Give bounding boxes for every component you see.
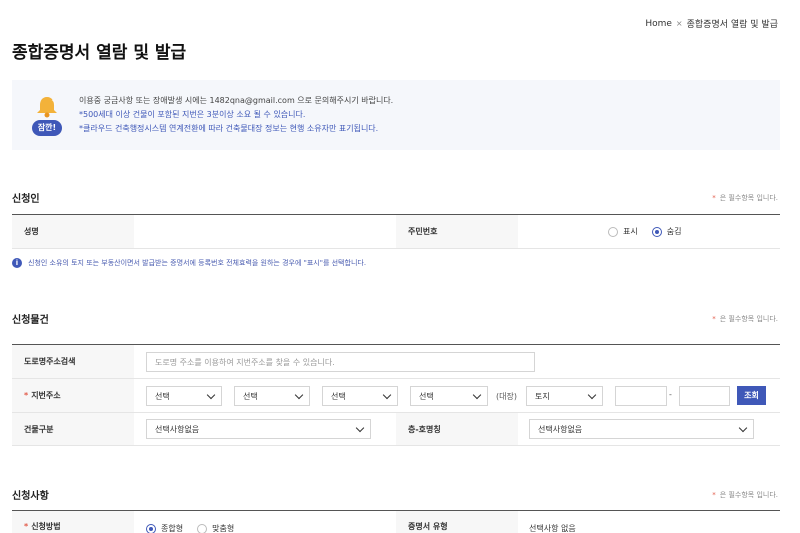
daejang-label: (대장): [496, 392, 517, 401]
breadcrumb-home[interactable]: Home: [645, 19, 672, 29]
applicant-info: i 신청인 소유의 토지 또는 부동산이면서 발급받는 증명서에 등록번호 전체…: [12, 258, 366, 268]
radio-hide[interactable]: 숨김: [651, 226, 681, 237]
bubun-input[interactable]: [679, 386, 730, 406]
chevron-down-icon: [355, 423, 365, 432]
floor-unit-select[interactable]: 선택사항없음: [529, 419, 754, 439]
building-type-select[interactable]: 선택사항없음: [146, 419, 371, 439]
required-star: *: [24, 521, 29, 531]
sigungu-select[interactable]: 선택: [234, 386, 310, 406]
breadcrumb: Home × 종합증명서 열람 및 발급: [645, 17, 778, 31]
id-label: 주민번호: [396, 215, 518, 248]
land-select[interactable]: 토지: [526, 386, 603, 406]
chevron-down-icon: [587, 390, 597, 399]
row-divider: [12, 248, 780, 249]
required-star: *: [712, 194, 716, 202]
dong-select[interactable]: 선택: [322, 386, 398, 406]
jibun-address-label: * 지번주소: [12, 379, 134, 412]
required-star: *: [712, 315, 716, 323]
row-divider: [12, 445, 780, 446]
name-label: 성명: [12, 215, 134, 248]
required-star: *: [24, 391, 29, 400]
radio-combined[interactable]: 종합형: [146, 523, 183, 533]
notice-line-3: *클라우드 건축행정시스템 연계전환에 따라 건축물대장 정보는 현행 소유자만…: [79, 124, 379, 133]
dash-separator: -: [669, 390, 672, 399]
bell-icon: [37, 97, 57, 118]
radio-custom-dot[interactable]: [197, 523, 208, 533]
required-note: * 은 필수항목 입니다.: [712, 491, 778, 499]
notice-line-2: *500세대 이상 건물이 포함된 지번은 3분이상 소요 될 수 있습니다.: [79, 110, 306, 119]
required-note: * 은 필수항목 입니다.: [712, 315, 778, 323]
chevron-down-icon: [738, 423, 748, 432]
section-title-applicant: 신청인: [12, 194, 40, 205]
radio-custom[interactable]: 맞춤형: [197, 523, 234, 533]
bonbun-input[interactable]: [615, 386, 667, 406]
notice-box: 잠깐! 이용중 궁금사항 또는 장애발생 시에는 1482qna@gmail.c…: [12, 80, 780, 150]
road-address-label: 도로명주소검색: [12, 345, 134, 378]
cert-type-value: 선택사항 없음: [529, 524, 576, 533]
breadcrumb-current: 종합증명서 열람 및 발급: [686, 20, 778, 30]
page-title: 종합증명서 열람 및 발급: [12, 43, 187, 63]
road-address-input[interactable]: 도로명 주소를 이용하여 지번주소를 찾을 수 있습니다.: [146, 352, 535, 372]
search-button[interactable]: 조회: [737, 386, 766, 405]
name-value: [134, 215, 396, 248]
chevron-down-icon: [294, 390, 304, 399]
radio-show[interactable]: 표시: [608, 226, 638, 237]
radio-hide-dot[interactable]: [651, 226, 662, 237]
cert-type-label: 증명서 유형: [396, 511, 518, 533]
section-title-request: 신청사항: [12, 491, 49, 502]
method-label: * 신청방법: [12, 511, 134, 533]
radio-show-dot[interactable]: [608, 226, 618, 237]
section-title-property: 신청물건: [12, 315, 49, 326]
chevron-down-icon: [206, 390, 216, 399]
info-icon: i: [12, 258, 22, 268]
chevron-down-icon: [472, 390, 482, 399]
ri-select[interactable]: 선택: [410, 386, 488, 406]
building-type-label: 건물구분: [12, 413, 134, 445]
radio-combined-dot[interactable]: [146, 523, 156, 533]
floor-unit-label: 층-호명칭: [396, 413, 518, 445]
notice-line-1: 이용중 궁금사항 또는 장애발생 시에는 1482qna@gmail.com 으…: [79, 96, 394, 105]
chevron-down-icon: [382, 390, 392, 399]
required-star: *: [712, 491, 716, 499]
required-note: * 은 필수항목 입니다.: [712, 194, 778, 202]
breadcrumb-separator: ×: [675, 19, 683, 28]
notice-tag: 잠깐!: [32, 120, 62, 136]
sido-select[interactable]: 선택: [146, 386, 222, 406]
